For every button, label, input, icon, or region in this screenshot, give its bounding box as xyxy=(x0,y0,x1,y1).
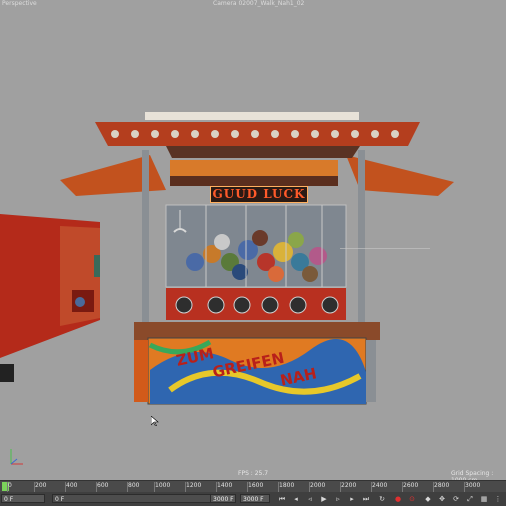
timeline-tick: 400 xyxy=(64,482,78,492)
timeline-tick: 200 xyxy=(33,482,47,492)
timeline-tick: 1200 xyxy=(184,482,202,492)
timeline-tick: 2200 xyxy=(339,482,357,492)
timeline-tick: 2600 xyxy=(401,482,419,492)
timeline-tick: 1800 xyxy=(277,482,295,492)
next-key-icon[interactable]: ▸ xyxy=(348,495,356,503)
timeline-tick: 2400 xyxy=(370,482,388,492)
current-frame-field[interactable]: 0 F xyxy=(1,494,45,503)
side-booth xyxy=(0,214,100,382)
transport-bar: 0 F 0 F 3000 F 3000 F ⏮ ◂ ◃ ▶ ▹ ▸ ⏭ ↻ ● … xyxy=(0,492,506,506)
min-frame-field[interactable]: 0 F xyxy=(52,494,228,503)
max-frame-field[interactable]: 3000 F xyxy=(210,494,236,503)
next-frame-icon[interactable]: ▹ xyxy=(334,495,342,503)
play-icon[interactable]: ▶ xyxy=(320,495,328,503)
fps-readout: FPS : 25.7 xyxy=(238,470,269,477)
record-icon[interactable]: ● xyxy=(394,495,402,503)
prev-key-icon[interactable]: ◂ xyxy=(292,495,300,503)
timeline-tick: 1600 xyxy=(246,482,264,492)
timeline-tick: 2000 xyxy=(308,482,326,492)
viewport[interactable]: Perspective Camera 02007_Walk_Nah1_02 GU… xyxy=(0,0,506,480)
move-key-icon[interactable]: ✥ xyxy=(438,495,446,503)
end-frame-field[interactable]: 3000 F xyxy=(240,494,270,503)
timeline-tick: 800 xyxy=(126,482,140,492)
autokey-icon[interactable]: ⊙ xyxy=(408,495,416,503)
timeline-tick: 1400 xyxy=(215,482,233,492)
guide-line xyxy=(340,248,430,249)
prev-frame-icon[interactable]: ◃ xyxy=(306,495,314,503)
timeline-tick: 2800 xyxy=(432,482,450,492)
timeline-tick: 0 xyxy=(7,482,12,492)
scale-key-icon[interactable]: ⤢ xyxy=(466,495,474,503)
timeline-tick: 1000 xyxy=(153,482,171,492)
axis-gizmo-icon xyxy=(10,449,23,465)
scene-render xyxy=(0,112,454,405)
rotate-key-icon[interactable]: ⟳ xyxy=(452,495,460,503)
goto-end-icon[interactable]: ⏭ xyxy=(362,495,370,503)
settings-icon[interactable]: ⋮ xyxy=(494,495,502,503)
booth-sign: GUUD LUCK xyxy=(210,186,308,203)
grid-spacing-readout: Grid Spacing : 1000 cm xyxy=(451,470,494,480)
param-key-icon[interactable]: ▦ xyxy=(480,495,488,503)
goto-start-icon[interactable]: ⏮ xyxy=(278,495,286,503)
keyframe-icon[interactable]: ◆ xyxy=(424,495,432,503)
mouse-cursor-icon xyxy=(151,416,159,426)
timeline-tick: 600 xyxy=(95,482,109,492)
loop-icon[interactable]: ↻ xyxy=(378,495,386,503)
timeline-tick: 3000 xyxy=(463,482,481,492)
